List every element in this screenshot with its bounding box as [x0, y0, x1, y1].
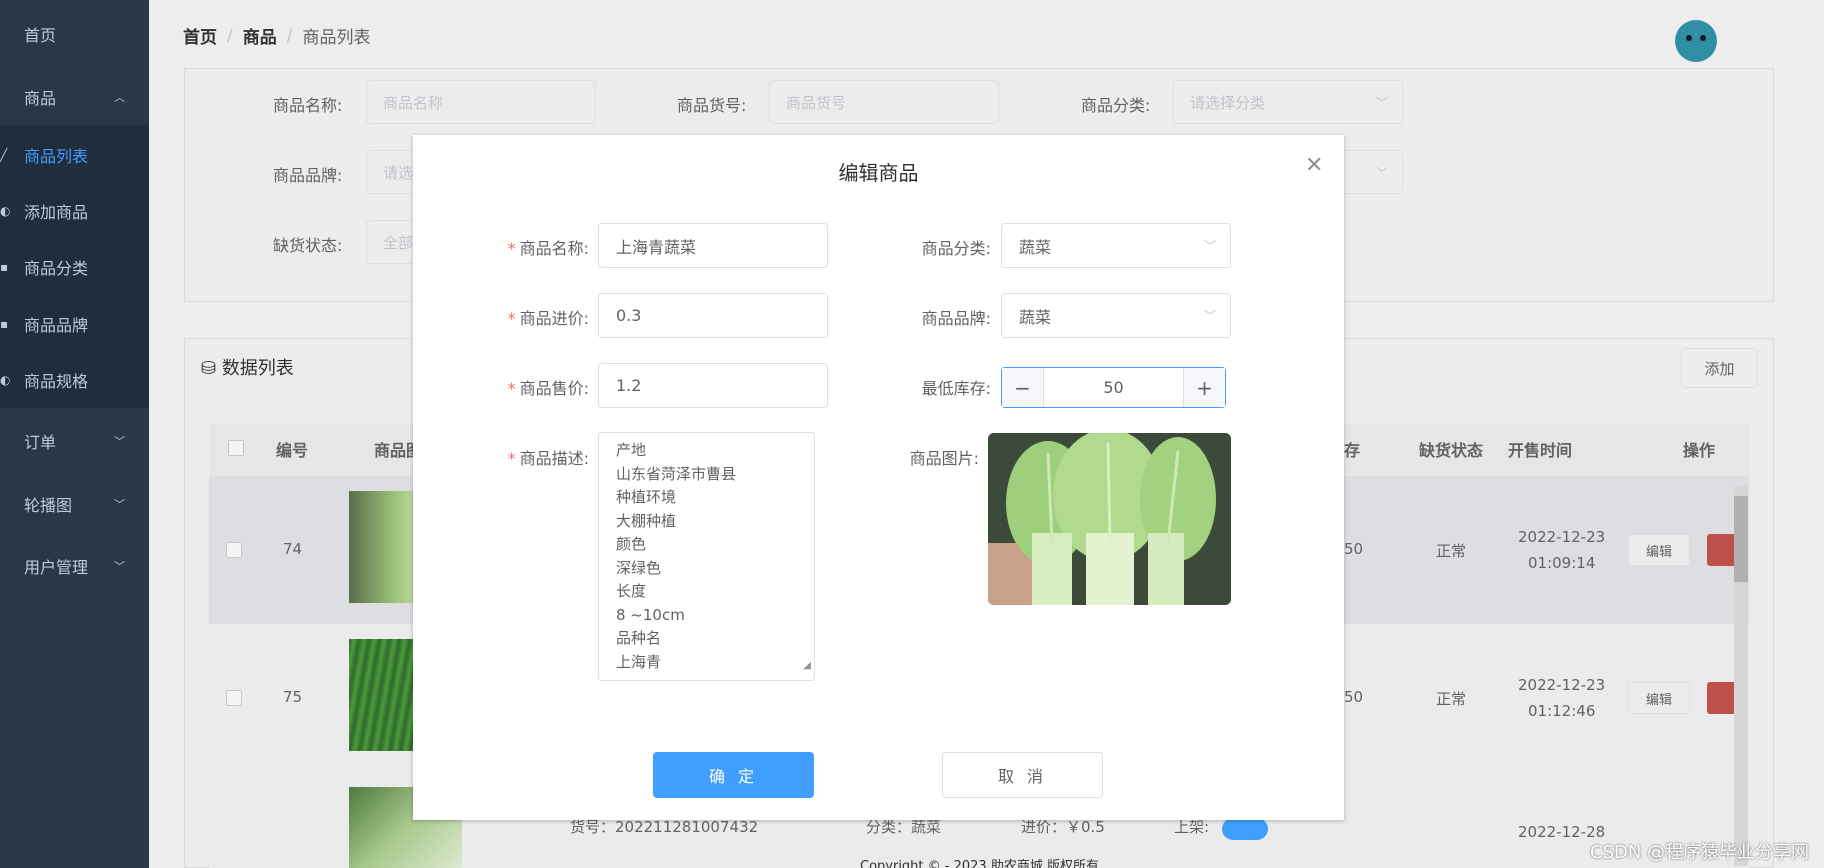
minus-icon[interactable]: − [1002, 368, 1044, 407]
category-label: 商品分类: [921, 239, 991, 258]
min-stock-value[interactable]: 50 [1044, 368, 1183, 407]
brand-label: 商品品牌: [921, 309, 991, 328]
bok-choy-image [988, 433, 1231, 605]
description-line: 深绿色 [616, 558, 662, 577]
description-line: 8 ~10cm [616, 605, 685, 624]
chevron-down-icon: ﹀ [1203, 239, 1216, 253]
name-label: * 商品名称: [507, 239, 589, 258]
description-label: * 商品描述: [507, 449, 589, 468]
description-line: 山东省菏泽市曹县 [616, 464, 737, 483]
min-stock-label: 最低库存: [921, 379, 991, 398]
confirm-button[interactable]: 确 定 [653, 752, 814, 798]
resize-handle-icon[interactable]: ◢ [803, 654, 811, 678]
cost-value: 0.3 [616, 306, 642, 325]
description-line: 颜色 [616, 535, 647, 553]
description-line: 上海青 [616, 652, 662, 671]
name-value: 上海青蔬菜 [616, 237, 697, 257]
cancel-button[interactable]: 取 消 [942, 752, 1103, 798]
edit-goods-dialog: 编辑商品 ✕ * 商品名称: 上海青蔬菜 * 商品进价: 0.3 * 商品售价: 1.… [413, 135, 1344, 820]
min-stock-stepper[interactable]: − 50 + [1001, 367, 1226, 408]
description-line: 产地 [616, 441, 647, 459]
price-label: * 商品售价: [507, 379, 589, 398]
chevron-down-icon: ﹀ [1203, 309, 1216, 323]
description-line: 品种名 [616, 629, 662, 647]
dialog-title: 编辑商品 [838, 161, 919, 185]
category-select[interactable]: 蔬菜 ﹀ [1001, 223, 1231, 268]
description-line: 种植环境 [616, 488, 677, 506]
close-icon[interactable]: ✕ [1305, 153, 1323, 178]
name-label-text: 商品名称: [519, 239, 589, 258]
description-label-text: 商品描述: [519, 449, 589, 468]
price-label-text: 商品售价: [519, 379, 589, 398]
plus-icon[interactable]: + [1183, 368, 1225, 407]
description-textarea[interactable]: 产地 山东省菏泽市曹县 种植环境 大棚种植 颜色 深绿色 长度 8 ~10cm … [598, 432, 815, 681]
brand-select[interactable]: 蔬菜 ﹀ [1001, 293, 1231, 338]
goods-image[interactable] [988, 433, 1231, 605]
description-line: 大棚种植 [616, 511, 677, 530]
price-input[interactable]: 1.2 [598, 363, 828, 408]
name-input[interactable]: 上海青蔬菜 [598, 223, 828, 268]
image-label: 商品图片: [909, 449, 979, 468]
description-line: 长度 [616, 582, 647, 600]
category-value: 蔬菜 [1019, 237, 1052, 257]
cost-label-text: 商品进价: [519, 309, 589, 328]
price-value: 1.2 [616, 376, 642, 395]
brand-value: 蔬菜 [1019, 307, 1052, 327]
cost-label: * 商品进价: [507, 309, 589, 328]
cost-input[interactable]: 0.3 [598, 293, 828, 338]
